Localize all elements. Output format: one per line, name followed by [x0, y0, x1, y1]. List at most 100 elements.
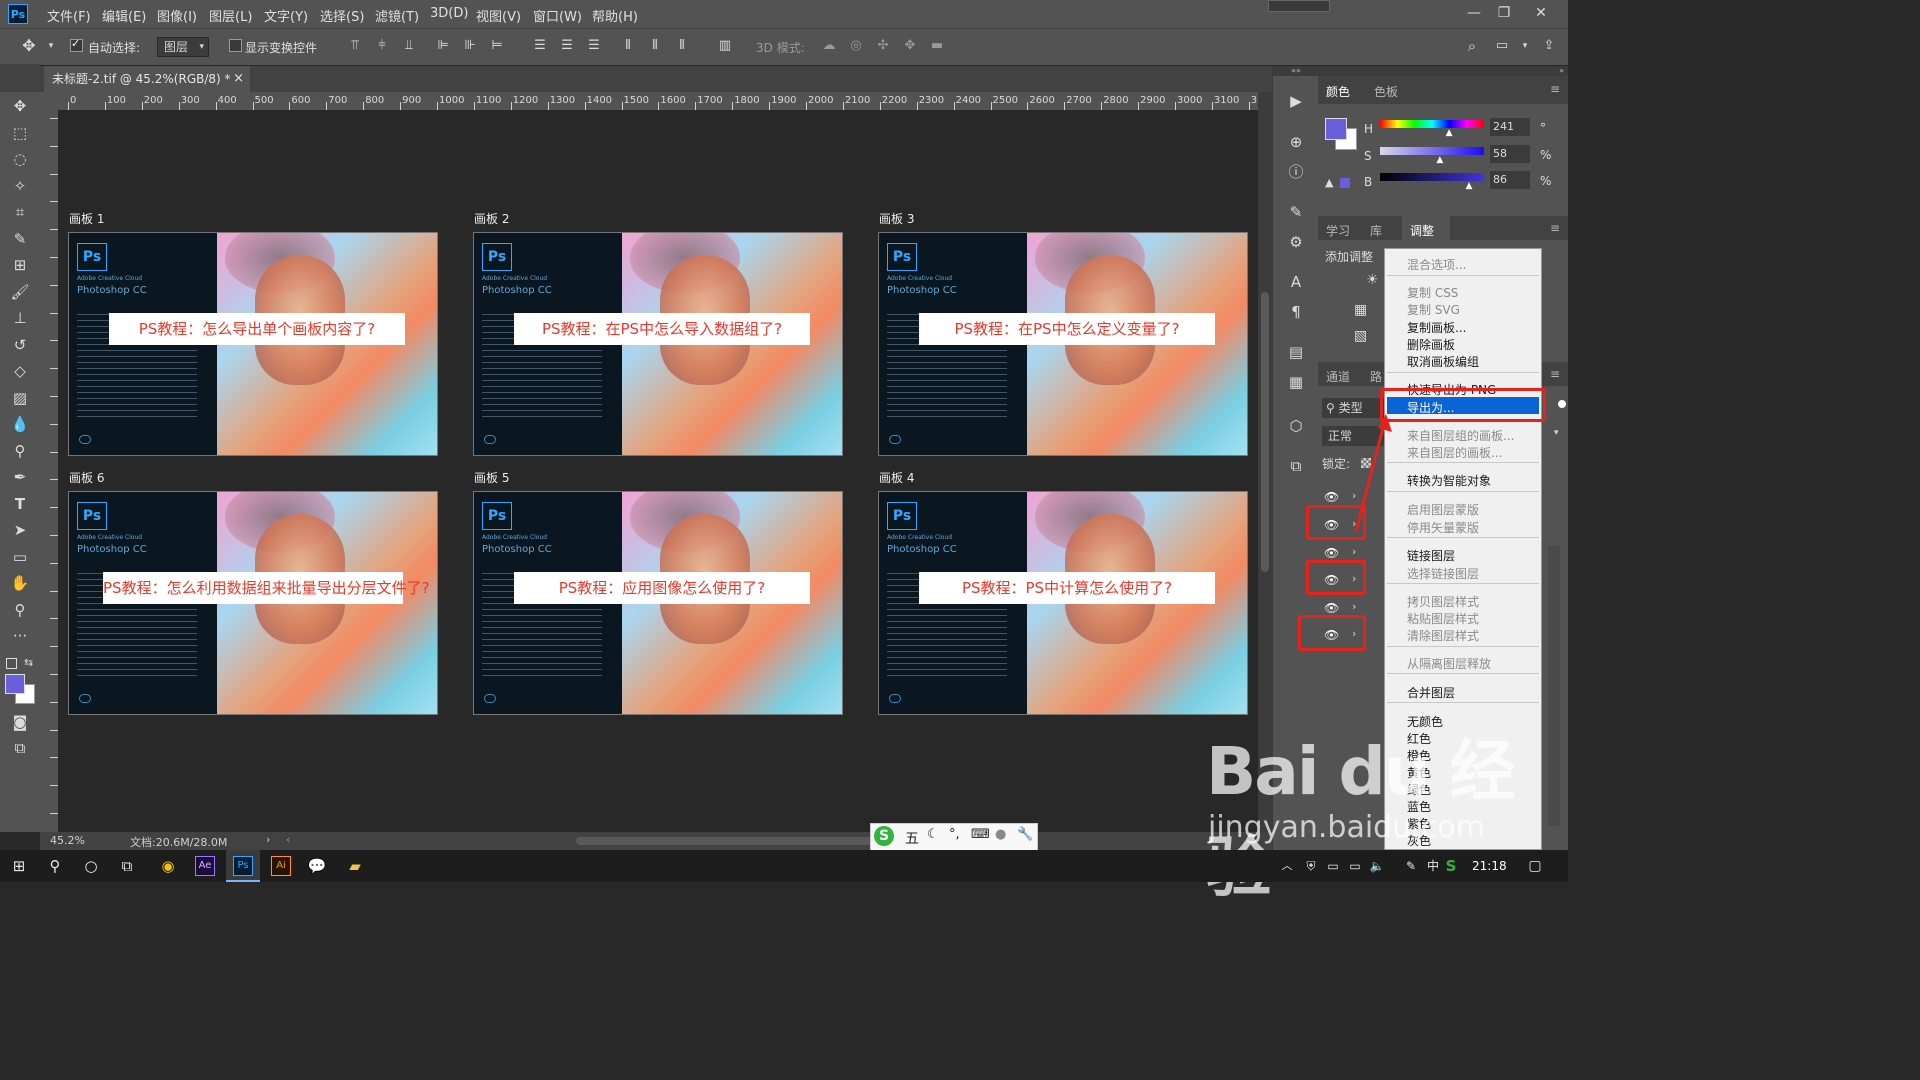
- info-icon[interactable]: ⓘ: [1285, 162, 1307, 182]
- screen-mode-icon[interactable]: ⧉: [9, 738, 31, 758]
- distribute-right-icon[interactable]: ⦀: [675, 39, 689, 53]
- artboard-label[interactable]: 画板 3: [879, 210, 914, 227]
- lasso-tool-icon[interactable]: ◌: [9, 149, 31, 169]
- network-tray-icon[interactable]: ▭: [1344, 856, 1366, 876]
- panel-menu-icon[interactable]: ≡: [1550, 82, 1560, 96]
- gamut-warning-icon[interactable]: ▲: [1325, 176, 1333, 189]
- brightness-value[interactable]: 86: [1490, 171, 1530, 189]
- ime-mode[interactable]: 五: [905, 828, 919, 848]
- artboard[interactable]: Ps Adobe Creative Cloud Photoshop CC PS教程：P…: [878, 491, 1248, 715]
- magic-wand-tool-icon[interactable]: ✧: [9, 176, 31, 196]
- marquee-tool-icon[interactable]: ⬚: [9, 123, 31, 143]
- brush-tool-icon[interactable]: 🖌: [9, 282, 31, 302]
- align-left-icon[interactable]: ⊫: [436, 39, 450, 53]
- dodge-tool-icon[interactable]: ⚲: [9, 441, 31, 461]
- cube-icon[interactable]: ⬡: [1285, 416, 1307, 436]
- context-menu-item[interactable]: 来自图层的画板...: [1407, 444, 1502, 461]
- brightness-slider[interactable]: [1380, 173, 1484, 181]
- distribute-left-icon[interactable]: ⦀: [621, 39, 635, 53]
- gamut-color-swatch[interactable]: [1340, 178, 1350, 188]
- clock[interactable]: 21:18: [1472, 859, 1507, 873]
- 3d-roll-icon[interactable]: ◎: [849, 39, 863, 53]
- artboard[interactable]: Ps Adobe Creative Cloud Photoshop CC PS教程：应…: [473, 491, 843, 715]
- context-menu-item[interactable]: 删除画板: [1407, 336, 1455, 353]
- artboard-label[interactable]: 画板 1: [69, 210, 104, 227]
- status-arrow-icon[interactable]: ›: [266, 833, 270, 846]
- eraser-tool-icon[interactable]: ◇: [9, 361, 31, 381]
- tab-library[interactable]: 库: [1370, 222, 1382, 239]
- distribute-hcenter-icon[interactable]: ⦀: [648, 39, 662, 53]
- menu-file[interactable]: 文件(F): [47, 6, 91, 25]
- tab-color[interactable]: 颜色: [1326, 83, 1350, 100]
- layer-select-dropdown[interactable]: 图层 ▾: [157, 37, 209, 57]
- after-effects-icon[interactable]: Ae: [195, 856, 215, 876]
- menu-view[interactable]: 视图(V): [476, 6, 521, 25]
- visibility-eye-icon[interactable]: 👁: [1324, 601, 1339, 615]
- expand-chevron-icon[interactable]: ›: [1352, 600, 1356, 613]
- more-tools-icon[interactable]: ···: [9, 626, 31, 646]
- saturation-slider-thumb[interactable]: ▲: [1436, 155, 1443, 165]
- context-menu-item[interactable]: 启用图层蒙版: [1407, 501, 1479, 518]
- menu-help[interactable]: 帮助(H): [592, 6, 638, 25]
- stamp-tool-icon[interactable]: ⊥: [9, 308, 31, 328]
- crop-tool-icon[interactable]: ⌗: [9, 202, 31, 222]
- align-vcenter-icon[interactable]: ⫩: [375, 39, 389, 53]
- context-menu-item[interactable]: 取消画板编组: [1407, 353, 1479, 370]
- context-menu-item[interactable]: 清除图层样式: [1407, 627, 1479, 644]
- context-menu-item[interactable]: 粘贴图层样式: [1407, 610, 1479, 627]
- context-menu-item[interactable]: 选择链接图层: [1407, 565, 1479, 582]
- tab-swatches[interactable]: 色板: [1374, 83, 1398, 100]
- swap-colors-icon[interactable]: ⇆: [24, 656, 33, 669]
- context-menu-item[interactable]: 复制 SVG: [1407, 301, 1460, 318]
- tab-learn[interactable]: 学习: [1326, 222, 1350, 239]
- pen-tray-icon[interactable]: ✎: [1400, 856, 1422, 876]
- brightness-slider-thumb[interactable]: ▲: [1465, 181, 1472, 191]
- share-icon[interactable]: ⇪: [1542, 39, 1556, 53]
- properties-icon[interactable]: ⚙: [1285, 232, 1307, 252]
- menu-filter[interactable]: 滤镜(T): [375, 6, 419, 25]
- 3d-scale-icon[interactable]: ▬: [930, 39, 944, 53]
- cortana-icon[interactable]: ○: [80, 856, 102, 876]
- gradient-tool-icon[interactable]: ▨: [9, 388, 31, 408]
- workspace-icon[interactable]: ▭: [1495, 39, 1509, 53]
- glyphs-icon[interactable]: ▤: [1285, 342, 1307, 362]
- menu-edit[interactable]: 编辑(E): [102, 6, 146, 25]
- align-top-icon[interactable]: ⫪: [348, 39, 362, 53]
- menu-select[interactable]: 选择(S): [320, 6, 364, 25]
- menu-image[interactable]: 图像(I): [157, 6, 197, 25]
- wechat-icon[interactable]: 💬: [306, 856, 328, 876]
- context-menu-item[interactable]: 从隔离图层释放: [1407, 655, 1491, 672]
- hue-slider-thumb[interactable]: ▲: [1446, 128, 1453, 138]
- visibility-eye-icon[interactable]: 👁: [1324, 546, 1339, 560]
- wrench-icon[interactable]: 🔧: [1017, 827, 1033, 842]
- distribute-top-icon[interactable]: ☰: [533, 39, 547, 53]
- brush-settings-icon[interactable]: ✎: [1285, 202, 1307, 222]
- close-window-icon[interactable]: ✕: [1527, 2, 1555, 24]
- hue-value[interactable]: 241: [1490, 118, 1530, 136]
- paragraph-icon[interactable]: ¶: [1285, 302, 1307, 322]
- filter-toggle[interactable]: [1558, 400, 1566, 408]
- illustrator-icon[interactable]: Ai: [271, 856, 291, 876]
- chrome-icon[interactable]: ◉: [157, 856, 179, 876]
- security-tray-icon[interactable]: ⛨: [1300, 856, 1322, 876]
- 3d-slide-icon[interactable]: ✥: [903, 39, 917, 53]
- tab-paths[interactable]: 路: [1370, 368, 1382, 385]
- restore-icon[interactable]: ❐: [1490, 2, 1518, 24]
- zoom-level[interactable]: 45.2%: [50, 834, 85, 847]
- artboard[interactable]: Ps Adobe Creative Cloud Photoshop CC PS教程：在…: [878, 232, 1248, 456]
- context-menu-item[interactable]: 混合选项...: [1407, 256, 1466, 273]
- vertical-scroll-thumb[interactable]: [1261, 292, 1269, 572]
- context-menu-item[interactable]: 拷贝图层样式: [1407, 593, 1479, 610]
- menu-type[interactable]: 文字(Y): [264, 6, 308, 25]
- auto-select-checkbox[interactable]: [70, 37, 83, 52]
- context-menu-item[interactable]: 合并图层: [1407, 684, 1455, 701]
- channel-mixer-icon[interactable]: ▦: [1354, 302, 1367, 318]
- hand-tool-icon[interactable]: ✋: [9, 573, 31, 593]
- notification-icon[interactable]: ▢: [1524, 856, 1546, 876]
- windows-start-icon[interactable]: ⊞: [8, 856, 30, 876]
- tray-chevron-icon[interactable]: ︿: [1276, 856, 1298, 876]
- tab-adjustments[interactable]: 调整: [1410, 222, 1434, 239]
- quick-mask-icon[interactable]: ◙: [9, 712, 31, 732]
- artboard-label[interactable]: 画板 4: [879, 469, 914, 486]
- align-hcenter-icon[interactable]: ⊪: [463, 39, 477, 53]
